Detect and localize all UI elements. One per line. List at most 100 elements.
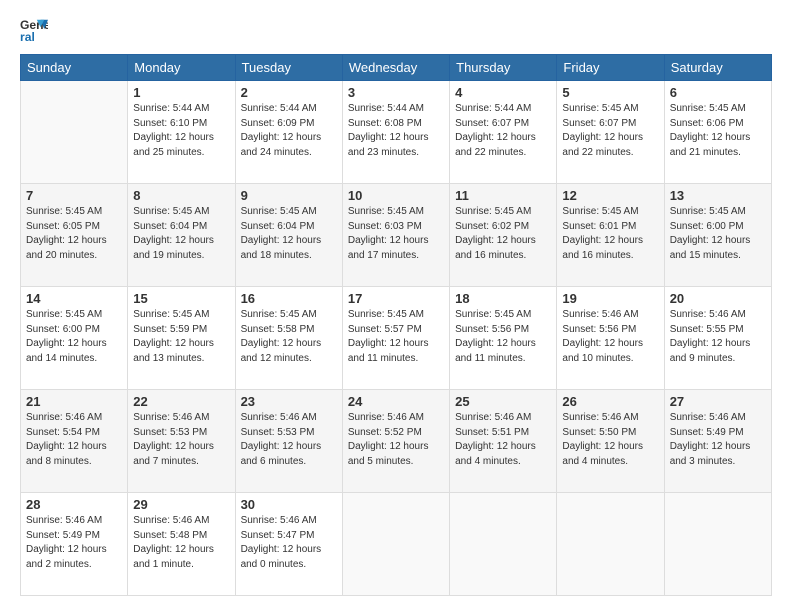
day-info: Sunrise: 5:45 AM Sunset: 6:00 PM Dayligh… [26,308,122,366]
logo-icon: Gene ral [20,16,48,44]
day-info: Sunrise: 5:45 AM Sunset: 5:57 PM Dayligh… [348,308,444,366]
calendar-cell: 17 Sunrise: 5:45 AM Sunset: 5:57 PM Dayli… [342,287,449,390]
day-info: Sunrise: 5:46 AM Sunset: 5:49 PM Dayligh… [26,514,122,572]
calendar-cell: 20 Sunrise: 5:46 AM Sunset: 5:55 PM Dayli… [664,287,771,390]
day-info: Sunrise: 5:44 AM Sunset: 6:09 PM Dayligh… [241,102,337,160]
calendar-cell: 19 Sunrise: 5:46 AM Sunset: 5:56 PM Dayli… [557,287,664,390]
calendar-cell: 9 Sunrise: 5:45 AM Sunset: 6:04 PM Daylig… [235,184,342,287]
day-number: 17 [348,291,444,306]
calendar-cell [342,493,449,596]
calendar: SundayMondayTuesdayWednesdayThursdayFrid… [20,54,772,596]
calendar-cell: 15 Sunrise: 5:45 AM Sunset: 5:59 PM Dayli… [128,287,235,390]
calendar-cell: 18 Sunrise: 5:45 AM Sunset: 5:56 PM Dayli… [450,287,557,390]
day-info: Sunrise: 5:46 AM Sunset: 5:55 PM Dayligh… [670,308,766,366]
calendar-cell: 21Sunrise: 5:46 AM Sunset: 5:54 PM Dayli… [21,390,128,493]
day-number: 14 [26,291,122,306]
day-header-friday: Friday [557,55,664,81]
calendar-cell: 4 Sunrise: 5:44 AM Sunset: 6:07 PM Daylig… [450,81,557,184]
day-number: 4 [455,85,551,100]
day-number: 10 [348,188,444,203]
day-info: Sunrise: 5:46 AM Sunset: 5:51 PM Dayligh… [455,411,551,469]
calendar-cell [664,493,771,596]
day-header-monday: Monday [128,55,235,81]
day-info: Sunrise: 5:45 AM Sunset: 6:01 PM Dayligh… [562,205,658,263]
day-number: 20 [670,291,766,306]
day-header-saturday: Saturday [664,55,771,81]
day-number: 6 [670,85,766,100]
calendar-cell: 11 Sunrise: 5:45 AM Sunset: 6:02 PM Dayli… [450,184,557,287]
calendar-cell: 10 Sunrise: 5:45 AM Sunset: 6:03 PM Dayli… [342,184,449,287]
day-info: Sunrise: 5:46 AM Sunset: 5:50 PM Dayligh… [562,411,658,469]
day-info: Sunrise: 5:46 AM Sunset: 5:47 PM Dayligh… [241,514,337,572]
calendar-cell: 28 Sunrise: 5:46 AM Sunset: 5:49 PM Dayli… [21,493,128,596]
day-header-wednesday: Wednesday [342,55,449,81]
logo: Gene ral [20,16,52,44]
calendar-cell: 2 Sunrise: 5:44 AM Sunset: 6:09 PM Daylig… [235,81,342,184]
calendar-cell: 29 Sunrise: 5:46 AM Sunset: 5:48 PM Dayli… [128,493,235,596]
day-number: 16 [241,291,337,306]
calendar-cell: 30 Sunrise: 5:46 AM Sunset: 5:47 PM Dayli… [235,493,342,596]
calendar-cell: 16 Sunrise: 5:45 AM Sunset: 5:58 PM Dayli… [235,287,342,390]
calendar-cell: 25 Sunrise: 5:46 AM Sunset: 5:51 PM Dayli… [450,390,557,493]
day-number: 12 [562,188,658,203]
day-number: 23 [241,394,337,409]
day-info: Sunrise: 5:45 AM Sunset: 6:06 PM Dayligh… [670,102,766,160]
day-number: 15 [133,291,229,306]
day-info: Sunrise: 5:45 AM Sunset: 6:05 PM Dayligh… [26,205,122,263]
calendar-cell: 23 Sunrise: 5:46 AM Sunset: 5:53 PM Dayli… [235,390,342,493]
day-number: 29 [133,497,229,512]
calendar-cell: 8Sunrise: 5:45 AM Sunset: 6:04 PM Daylig… [128,184,235,287]
day-info: Sunrise: 5:45 AM Sunset: 6:02 PM Dayligh… [455,205,551,263]
day-number: 28 [26,497,122,512]
day-number: 30 [241,497,337,512]
day-header-sunday: Sunday [21,55,128,81]
day-info: Sunrise: 5:45 AM Sunset: 6:07 PM Dayligh… [562,102,658,160]
day-number: 13 [670,188,766,203]
day-info: Sunrise: 5:45 AM Sunset: 6:00 PM Dayligh… [670,205,766,263]
calendar-cell: 27 Sunrise: 5:46 AM Sunset: 5:49 PM Dayli… [664,390,771,493]
day-info: Sunrise: 5:45 AM Sunset: 6:03 PM Dayligh… [348,205,444,263]
day-info: Sunrise: 5:45 AM Sunset: 5:56 PM Dayligh… [455,308,551,366]
calendar-cell: 6 Sunrise: 5:45 AM Sunset: 6:06 PM Daylig… [664,81,771,184]
day-number: 9 [241,188,337,203]
calendar-cell: 5 Sunrise: 5:45 AM Sunset: 6:07 PM Daylig… [557,81,664,184]
day-info: Sunrise: 5:46 AM Sunset: 5:49 PM Dayligh… [670,411,766,469]
day-info: Sunrise: 5:46 AM Sunset: 5:53 PM Dayligh… [133,411,229,469]
day-number: 5 [562,85,658,100]
day-info: Sunrise: 5:44 AM Sunset: 6:08 PM Dayligh… [348,102,444,160]
calendar-cell: 12 Sunrise: 5:45 AM Sunset: 6:01 PM Dayli… [557,184,664,287]
day-number: 25 [455,394,551,409]
calendar-cell: 3Sunrise: 5:44 AM Sunset: 6:08 PM Daylig… [342,81,449,184]
day-number: 1 [133,85,229,100]
day-number: 27 [670,394,766,409]
calendar-cell: 13 Sunrise: 5:45 AM Sunset: 6:00 PM Dayli… [664,184,771,287]
day-info: Sunrise: 5:44 AM Sunset: 6:07 PM Dayligh… [455,102,551,160]
calendar-cell: 7 Sunrise: 5:45 AM Sunset: 6:05 PM Daylig… [21,184,128,287]
day-header-thursday: Thursday [450,55,557,81]
day-number: 24 [348,394,444,409]
day-info: Sunrise: 5:46 AM Sunset: 5:48 PM Dayligh… [133,514,229,572]
day-number: 19 [562,291,658,306]
day-number: 7 [26,188,122,203]
calendar-cell [557,493,664,596]
day-number: 8 [133,188,229,203]
day-info: Sunrise: 5:46 AM Sunset: 5:54 PM Dayligh… [26,411,122,469]
calendar-cell: 26 Sunrise: 5:46 AM Sunset: 5:50 PM Dayli… [557,390,664,493]
day-info: Sunrise: 5:46 AM Sunset: 5:52 PM Dayligh… [348,411,444,469]
day-header-tuesday: Tuesday [235,55,342,81]
day-info: Sunrise: 5:45 AM Sunset: 5:58 PM Dayligh… [241,308,337,366]
calendar-cell [450,493,557,596]
day-number: 22 [133,394,229,409]
day-info: Sunrise: 5:45 AM Sunset: 6:04 PM Dayligh… [241,205,337,263]
day-number: 2 [241,85,337,100]
day-info: Sunrise: 5:46 AM Sunset: 5:53 PM Dayligh… [241,411,337,469]
day-number: 11 [455,188,551,203]
day-info: Sunrise: 5:46 AM Sunset: 5:56 PM Dayligh… [562,308,658,366]
day-info: Sunrise: 5:45 AM Sunset: 5:59 PM Dayligh… [133,308,229,366]
calendar-cell: 22 Sunrise: 5:46 AM Sunset: 5:53 PM Dayli… [128,390,235,493]
calendar-cell: 1Sunrise: 5:44 AM Sunset: 6:10 PM Daylig… [128,81,235,184]
day-number: 26 [562,394,658,409]
day-number: 18 [455,291,551,306]
calendar-cell: 14 Sunrise: 5:45 AM Sunset: 6:00 PM Dayli… [21,287,128,390]
calendar-cell [21,81,128,184]
